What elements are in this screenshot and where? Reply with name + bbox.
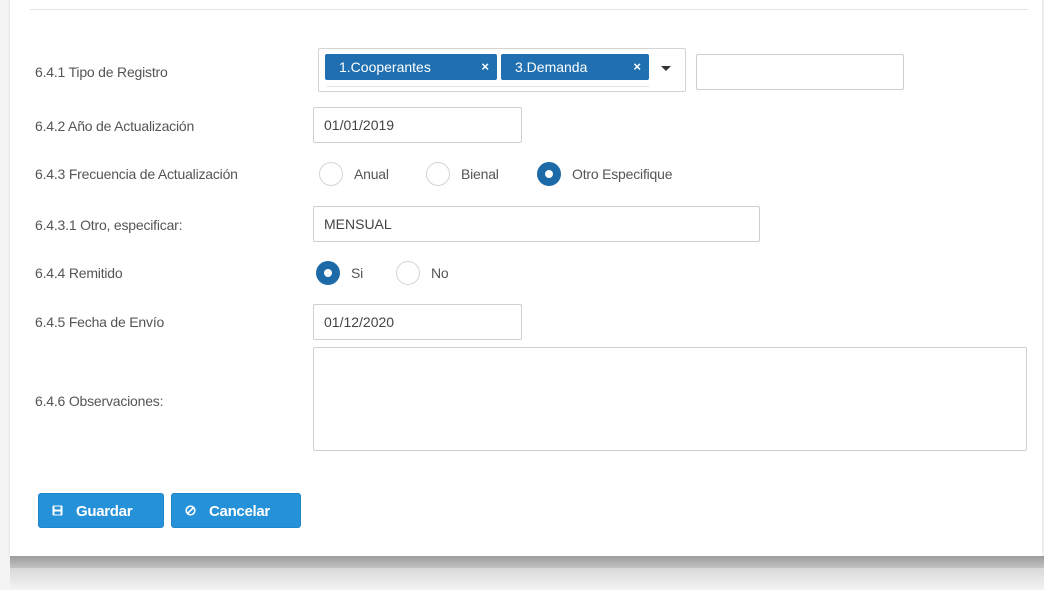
anio-actualizacion-input[interactable]: 01/01/2019 (313, 107, 522, 143)
fecha-envio-input[interactable]: 01/12/2020 (313, 304, 522, 340)
radio-bienal-label: Bienal (461, 166, 499, 182)
chevron-down-icon[interactable] (661, 66, 671, 71)
observaciones-label: 6.4.6 Observaciones: (35, 393, 164, 409)
tipo-registro-extra-input[interactable] (696, 54, 904, 90)
tag-label: 1.Cooperantes (339, 59, 431, 75)
radio-no-label: No (431, 265, 449, 281)
frecuencia-label: 6.4.3 Frecuencia de Actualización (35, 166, 238, 182)
floppy-disk-icon (52, 494, 63, 529)
save-button-label: Guardar (76, 503, 133, 520)
radio-otro-especifique-label: Otro Especifique (572, 166, 673, 182)
tipo-registro-label: 6.4.1 Tipo de Registro (35, 64, 168, 80)
panel-divider (30, 9, 1028, 10)
save-button[interactable]: Guardar (38, 493, 164, 528)
cancel-button-label: Cancelar (209, 503, 270, 520)
observaciones-textarea[interactable] (313, 347, 1027, 451)
tag-demanda: 3.Demanda × (501, 54, 649, 80)
tipo-registro-multiselect[interactable]: 1.Cooperantes × 3.Demanda × (318, 48, 686, 92)
remove-tag-icon[interactable]: × (633, 54, 641, 80)
page-footer-shadow (10, 568, 1044, 590)
fecha-envio-label: 6.4.5 Fecha de Envío (35, 314, 165, 330)
radio-no[interactable] (396, 261, 420, 285)
otro-especificar-label: 6.4.3.1 Otro, especificar: (35, 217, 183, 233)
horizontal-scrollbar[interactable] (10, 556, 1044, 568)
tag-cooperantes: 1.Cooperantes × (325, 54, 497, 80)
tag-label: 3.Demanda (515, 59, 588, 75)
anio-actualizacion-label: 6.4.2 Año de Actualización (35, 118, 195, 134)
cancel-button[interactable]: Cancelar (171, 493, 301, 528)
radio-si[interactable] (316, 261, 340, 285)
ban-icon (185, 494, 196, 529)
radio-bienal[interactable] (426, 162, 450, 186)
radio-si-label: Si (351, 265, 364, 281)
otro-especificar-input[interactable]: MENSUAL (313, 206, 760, 242)
radio-otro-especifique[interactable] (537, 162, 561, 186)
remitido-label: 6.4.4 Remitido (35, 265, 123, 281)
search-underline (327, 86, 649, 87)
radio-anual[interactable] (319, 162, 343, 186)
remove-tag-icon[interactable]: × (481, 54, 489, 80)
radio-anual-label: Anual (354, 166, 389, 182)
